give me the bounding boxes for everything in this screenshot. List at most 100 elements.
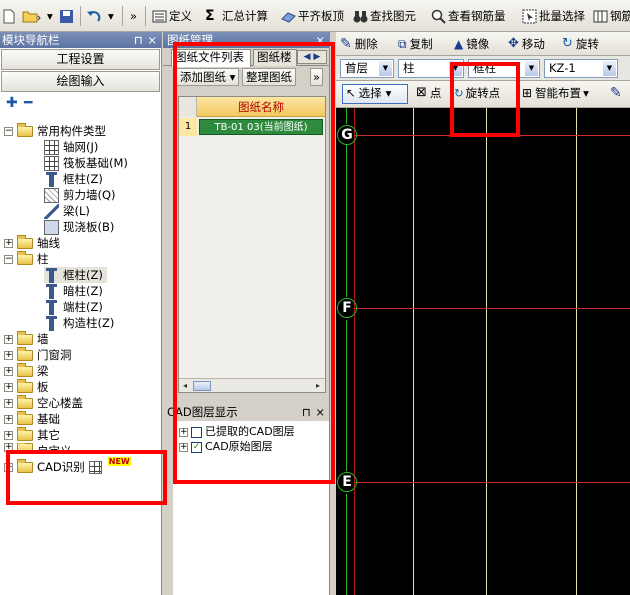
layer-original-checkbox[interactable]: ✓ [191,441,202,453]
point-button[interactable]: ⊠ 点 [416,84,441,102]
mirror-button[interactable]: ▲ 镜像 [454,35,489,53]
tree-item-other[interactable]: + 其它 [4,426,60,443]
column-header-drawing-name[interactable]: 图纸名称 [197,97,325,117]
view-rebar-button[interactable]: 查看钢筋量 [431,7,506,25]
expand-icon[interactable]: + [179,427,188,437]
tree-item-custom[interactable]: + 自定义 [4,443,72,453]
dropdown-arrow-icon[interactable]: ▾ [230,70,236,84]
delete-button[interactable]: ✎ 删除 [340,35,378,53]
dropdown-arrow-icon[interactable]: ▼ [379,61,392,76]
tree-item-axis-lines[interactable]: + 轴线 [4,234,60,251]
tree-item-slabs[interactable]: + 板 [4,378,49,395]
dropdown-arrow-icon[interactable]: ▼ [449,61,462,76]
dropdown-arrow-icon[interactable]: ▾ [386,84,392,102]
new-file-icon[interactable] [2,7,16,25]
tab-scroll-arrows[interactable]: ◀ ▶ [297,50,327,64]
expand-icon[interactable]: + [4,430,13,440]
drawing-input-button[interactable]: 绘图输入 [1,71,160,92]
expand-icon[interactable]: + [4,462,13,472]
expand-icon[interactable]: + [4,414,13,424]
draw-toolbar: ↖ 选择 ▾ ⊠ 点 ↻ 旋转点 ⊞ 智能布置 ▾ ✎ [336,81,630,108]
horizontal-scrollbar[interactable]: ◂ ▸ [179,378,325,392]
batch-select-button[interactable]: 批量选择 [522,7,585,25]
dropdown-arrow-icon[interactable]: ▾ [583,84,589,102]
close-icon[interactable]: × [315,404,325,420]
close-icon[interactable]: × [315,32,325,48]
tree-item-cast-slab[interactable]: 现浇板(B) [44,219,114,235]
expand-icon[interactable]: + [4,443,13,452]
save-icon[interactable] [59,7,74,25]
scroll-right-icon[interactable]: ▸ [312,380,324,392]
tree-item-constructional-column[interactable]: 构造柱(Z) [44,315,114,331]
add-drawing-button[interactable]: 添加图纸 ▾ [176,68,240,86]
drawing-row-current[interactable]: TB-01 03(当前图纸) [199,119,323,135]
select-button[interactable]: ↖ 选择 ▾ [346,84,391,102]
close-icon[interactable]: × [147,32,157,48]
copy-button[interactable]: ⧉ 复制 [398,35,433,53]
scroll-thumb[interactable] [193,381,211,391]
tree-item-beams[interactable]: + 梁 [4,362,49,379]
tree-item-hollow-floor[interactable]: + 空心楼盖 [4,394,83,411]
pin-icon[interactable]: ⊓ [134,32,143,48]
undo-dropdown-icon[interactable]: ▾ [108,7,114,25]
tree-item-shear-wall[interactable]: 剪力墙(Q) [44,187,116,203]
project-settings-button[interactable]: 工程设置 [1,49,160,70]
collapse-all-icon[interactable]: ━ [24,95,32,111]
organize-drawings-button[interactable]: 整理图纸 [242,68,296,86]
type-select[interactable]: 柱 ▼ [398,59,464,78]
tree-item-raft-foundation[interactable]: 筏板基础(M) [44,155,128,171]
move-button[interactable]: ✥ 移动 [508,35,545,53]
tree-item-frame-column[interactable]: 框柱(Z) [44,171,103,187]
collapse-icon[interactable]: − [4,126,13,136]
tree-item-foundation[interactable]: + 基础 [4,410,60,427]
rotate-button[interactable]: ↻ 旋转 [562,35,599,53]
rotate-point-button[interactable]: ↻ 旋转点 [454,84,500,102]
open-folder-icon[interactable] [22,7,42,25]
expand-icon[interactable]: + [4,350,13,360]
undo-icon[interactable] [86,7,104,25]
expand-icon[interactable]: + [179,442,188,452]
tree-item-cad-recognition[interactable]: + CAD识别 NEW [4,456,131,475]
expand-icon[interactable]: + [4,398,13,408]
expand-icon[interactable]: + [4,238,13,248]
pen-icon[interactable]: ✎ [610,84,622,102]
tab-drawing-floor[interactable]: 图纸楼 [253,49,297,66]
expand-all-icon[interactable]: ✚ [6,95,18,111]
tree-item-columns[interactable]: − 柱 [4,250,49,267]
tree-item-door-window[interactable]: + 门窗洞 [4,346,72,363]
tree-item-common-types[interactable]: − 常用构件类型 [4,122,106,139]
find-element-button[interactable]: 查找图元 [353,7,416,25]
tree-item-walls[interactable]: + 墙 [4,330,49,347]
expand-icon[interactable]: + [4,334,13,344]
pin-icon[interactable]: ⊓ [302,404,311,420]
expand-icon[interactable]: + [4,366,13,376]
dropdown-arrow-icon[interactable]: ▾ [47,7,53,25]
tab-drawing-file-list[interactable]: 图纸文件列表 [171,49,251,67]
component-name-select[interactable]: KZ-1 ▼ [544,59,618,78]
collapse-icon[interactable]: − [4,254,13,264]
tree-item-end-column[interactable]: 端柱(Z) [44,299,103,315]
layer-original[interactable]: + ✓ CAD原始图层 [179,440,273,454]
tree-item-axis-grid[interactable]: 轴网(J) [44,139,98,155]
dropdown-arrow-icon[interactable]: ▼ [525,61,538,76]
tree-item-hidden-column[interactable]: 暗柱(Z) [44,283,103,299]
tree-item-frame-column-selected[interactable]: 框柱(Z) [44,267,107,283]
expand-icon[interactable]: + [4,382,13,392]
floor-select[interactable]: 首层 ▼ [340,59,394,78]
toolbar-overflow[interactable]: » [130,7,137,25]
align-slab-top-button[interactable]: 平齐板顶 [281,7,344,25]
define-button[interactable]: 定义 [152,7,192,25]
scroll-left-icon[interactable]: ◂ [179,380,191,392]
beam-icon [44,203,59,219]
cad-grid-icon [88,460,102,474]
summary-calc-button[interactable]: Σ 汇总计算 [205,7,268,25]
layer-extracted-checkbox[interactable] [191,426,202,438]
dropdown-arrow-icon[interactable]: ▼ [603,61,616,76]
tree-item-beam[interactable]: 梁(L) [44,203,90,219]
layer-extracted[interactable]: + 已提取的CAD图层 [179,425,295,439]
subtype-select[interactable]: 框柱 ▼ [468,59,540,78]
smart-place-button[interactable]: ⊞ 智能布置 ▾ [522,84,589,102]
rebar-button[interactable]: 钢筋 [593,7,630,25]
drawing-tools-overflow[interactable]: » [310,68,324,86]
cad-canvas[interactable]: G F E [336,108,630,595]
